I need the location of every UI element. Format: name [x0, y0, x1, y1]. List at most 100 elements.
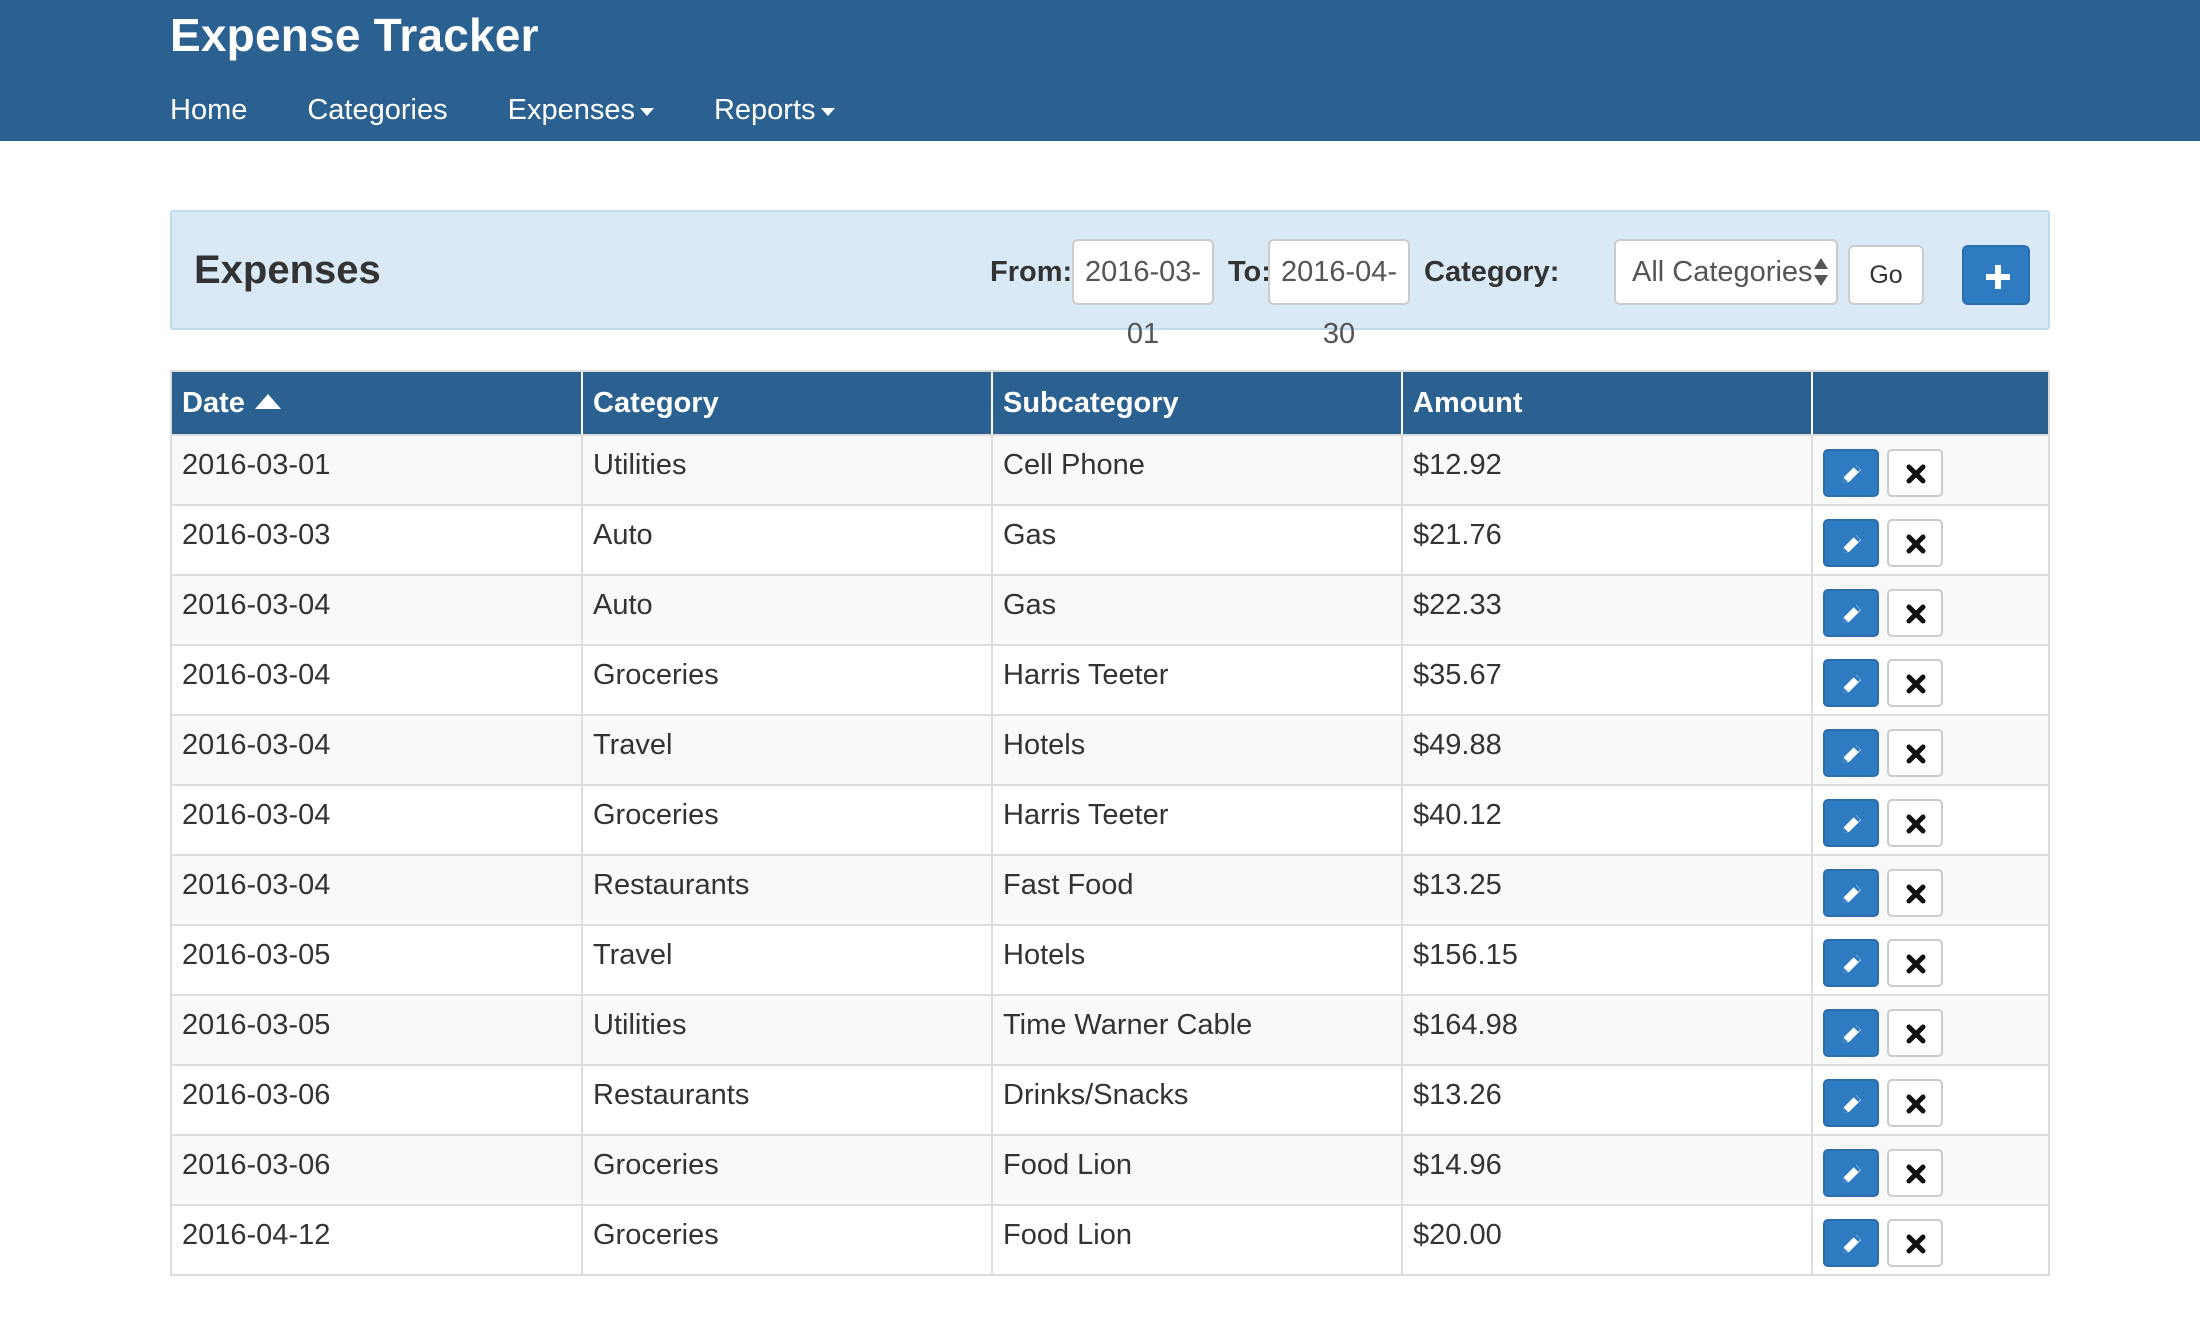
column-header-amount[interactable]: Amount — [1403, 372, 1813, 434]
pencil-icon — [1843, 604, 1861, 623]
delete-button[interactable] — [1887, 939, 1943, 987]
cell-date: 2016-03-05 — [172, 996, 583, 1064]
edit-button[interactable] — [1823, 799, 1879, 847]
sort-ascending-icon[interactable] — [254, 393, 281, 409]
category-label: Category: — [1424, 256, 1560, 288]
cell-category: Groceries — [583, 786, 993, 854]
table-row: 2016-03-04 Groceries Harris Teeter $35.6… — [172, 644, 2048, 714]
cell-actions — [1813, 1206, 2048, 1274]
table-row: 2016-03-06 Groceries Food Lion $14.96 — [172, 1134, 2048, 1204]
edit-button[interactable] — [1823, 589, 1879, 637]
table-row: 2016-03-03 Auto Gas $21.76 — [172, 504, 2048, 574]
table-header: Date Category Subcategory Amount — [172, 372, 2048, 434]
close-icon — [1906, 1234, 1926, 1254]
add-expense-button[interactable] — [1962, 245, 2030, 305]
column-header-subcategory[interactable]: Subcategory — [993, 372, 1403, 434]
cell-actions — [1813, 786, 2048, 854]
cell-amount: $20.00 — [1403, 1206, 1813, 1274]
delete-button[interactable] — [1887, 589, 1943, 637]
category-select[interactable]: All Categories — [1614, 239, 1838, 305]
delete-button[interactable] — [1887, 1149, 1943, 1197]
pencil-icon — [1843, 464, 1861, 483]
column-header-category[interactable]: Category — [583, 372, 993, 434]
pencil-icon — [1843, 884, 1861, 903]
plus-icon — [1986, 265, 2010, 289]
close-icon — [1906, 1094, 1926, 1114]
cell-subcategory: Gas — [993, 506, 1403, 574]
edit-button[interactable] — [1823, 1219, 1879, 1267]
delete-button[interactable] — [1887, 869, 1943, 917]
caret-down-icon — [820, 108, 835, 116]
delete-button[interactable] — [1887, 729, 1943, 777]
close-icon — [1906, 954, 1926, 974]
table-row: 2016-03-05 Travel Hotels $156.15 — [172, 924, 2048, 994]
cell-subcategory: Food Lion — [993, 1136, 1403, 1204]
pencil-icon — [1843, 744, 1861, 763]
cell-amount: $35.67 — [1403, 646, 1813, 714]
edit-button[interactable] — [1823, 659, 1879, 707]
cell-subcategory: Time Warner Cable — [993, 996, 1403, 1064]
cell-date: 2016-03-04 — [172, 646, 583, 714]
nav-item-reports[interactable]: Reports — [714, 94, 835, 127]
column-header-date[interactable]: Date — [172, 372, 583, 434]
delete-button[interactable] — [1887, 1219, 1943, 1267]
edit-button[interactable] — [1823, 729, 1879, 777]
nav-item-home[interactable]: Home — [170, 94, 247, 127]
edit-button[interactable] — [1823, 869, 1879, 917]
close-icon — [1906, 884, 1926, 904]
delete-button[interactable] — [1887, 519, 1943, 567]
cell-actions — [1813, 926, 2048, 994]
pencil-icon — [1843, 814, 1861, 833]
edit-button[interactable] — [1823, 1149, 1879, 1197]
delete-button[interactable] — [1887, 1079, 1943, 1127]
cell-subcategory: Food Lion — [993, 1206, 1403, 1274]
edit-button[interactable] — [1823, 939, 1879, 987]
cell-category: Utilities — [583, 996, 993, 1064]
cell-amount: $14.96 — [1403, 1136, 1813, 1204]
column-header-label: Category — [593, 387, 719, 419]
cell-actions — [1813, 996, 2048, 1064]
cell-category: Travel — [583, 926, 993, 994]
cell-actions — [1813, 646, 2048, 714]
edit-button[interactable] — [1823, 449, 1879, 497]
edit-button[interactable] — [1823, 519, 1879, 567]
column-header-actions — [1813, 372, 2048, 434]
cell-actions — [1813, 1066, 2048, 1134]
nav-item-categories[interactable]: Categories — [307, 94, 447, 127]
delete-button[interactable] — [1887, 659, 1943, 707]
pencil-icon — [1843, 1094, 1861, 1113]
column-header-label: Amount — [1413, 387, 1523, 419]
close-icon — [1906, 464, 1926, 484]
cell-category: Restaurants — [583, 856, 993, 924]
close-icon — [1906, 604, 1926, 624]
go-button[interactable]: Go — [1848, 245, 1924, 305]
edit-button[interactable] — [1823, 1009, 1879, 1057]
to-date-input[interactable]: 2016-04-30 — [1268, 239, 1410, 350]
pencil-icon — [1843, 1234, 1861, 1253]
close-icon — [1906, 674, 1926, 694]
close-icon — [1906, 1164, 1926, 1184]
cell-actions — [1813, 856, 2048, 924]
table-row: 2016-04-12 Groceries Food Lion $20.00 — [172, 1204, 2048, 1274]
cell-category: Groceries — [583, 1206, 993, 1274]
nav-item-expenses[interactable]: Expenses — [508, 94, 654, 127]
cell-amount: $12.92 — [1403, 436, 1813, 504]
delete-button[interactable] — [1887, 799, 1943, 847]
cell-actions — [1813, 506, 2048, 574]
expenses-table: Date Category Subcategory Amount 2016-03… — [170, 370, 2050, 1276]
edit-button[interactable] — [1823, 1079, 1879, 1127]
delete-button[interactable] — [1887, 1009, 1943, 1057]
cell-date: 2016-03-06 — [172, 1136, 583, 1204]
app-title[interactable]: Expense Tracker — [170, 8, 539, 62]
column-header-label: Subcategory — [1003, 387, 1179, 419]
cell-subcategory: Hotels — [993, 926, 1403, 994]
cell-category: Groceries — [583, 1136, 993, 1204]
nav-item-label: Categories — [307, 94, 448, 126]
cell-amount: $13.25 — [1403, 856, 1813, 924]
from-date-input[interactable]: 2016-03-01 — [1072, 239, 1214, 350]
delete-button[interactable] — [1887, 449, 1943, 497]
cell-subcategory: Gas — [993, 576, 1403, 644]
cell-subcategory: Hotels — [993, 716, 1403, 784]
cell-subcategory: Harris Teeter — [993, 786, 1403, 854]
cell-category: Groceries — [583, 646, 993, 714]
